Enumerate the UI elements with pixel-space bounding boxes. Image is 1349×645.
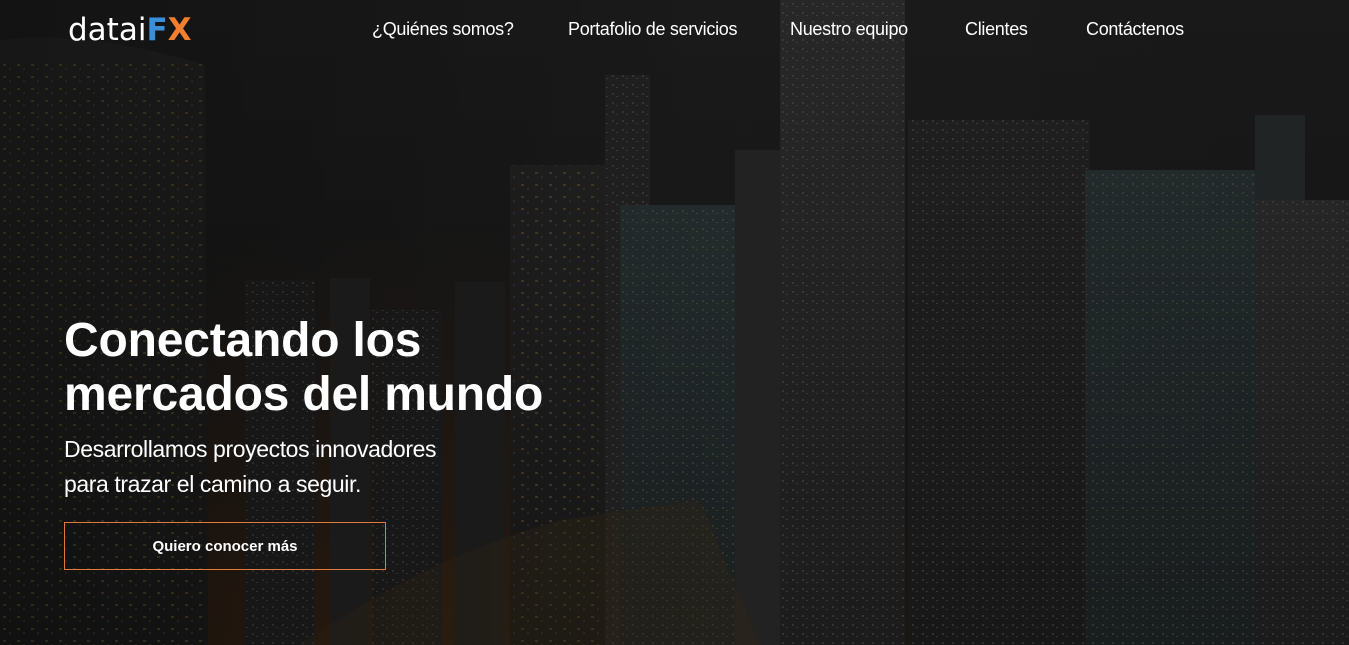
hero-subtitle-line1: Desarrollamos proyectos innovadores (64, 436, 437, 462)
hero-subtitle-line2: para trazar el camino a seguir. (64, 471, 361, 497)
nav-item-nuestro-equipo[interactable]: Nuestro equipo (790, 19, 908, 40)
nav-item-portafolio[interactable]: Portafolio de servicios (568, 19, 737, 40)
nav-item-quienes-somos[interactable]: ¿Quiénes somos? (372, 19, 514, 40)
hero-title-line2: mercados del mundo (64, 368, 544, 421)
hero-title-line1: Conectando los (64, 314, 422, 367)
cta-button[interactable]: Quiero conocer más (64, 522, 386, 570)
main-nav: ¿Quiénes somos? Portafolio de servicios … (0, 19, 1349, 43)
nav-item-clientes[interactable]: Clientes (965, 19, 1028, 40)
nav-item-contactenos[interactable]: Contáctenos (1086, 19, 1184, 40)
hero-title: Conectando los mercados del mundo (64, 314, 624, 422)
hero-subtitle: Desarrollamos proyectos innovadores para… (64, 432, 484, 502)
